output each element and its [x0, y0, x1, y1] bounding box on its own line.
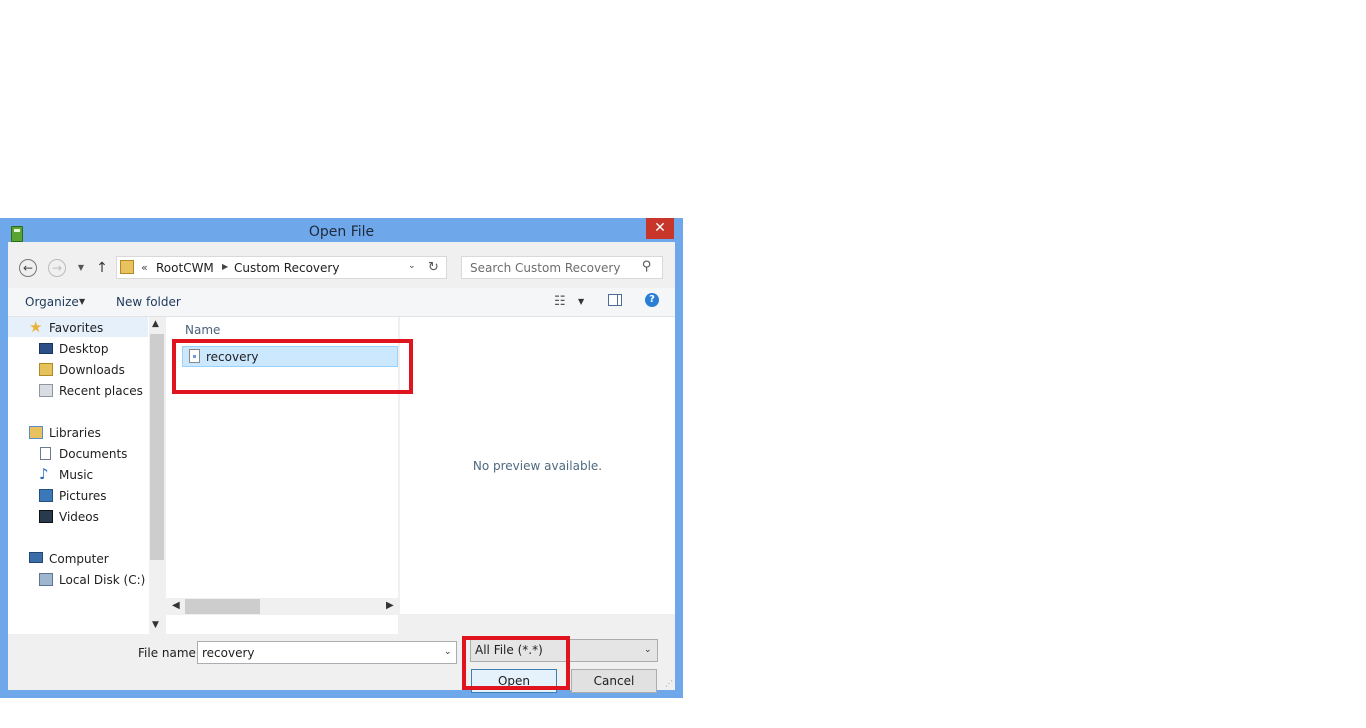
navigation-scrollbar[interactable]: ▲ ▼: [149, 317, 165, 634]
scrollbar-thumb[interactable]: [185, 599, 260, 614]
help-icon[interactable]: ?: [645, 293, 659, 307]
open-file-dialog: Open File ✕ ← → ▼ ↑ « RootCWM ▶ Custom R…: [0, 218, 683, 698]
pictures-icon: [39, 489, 53, 502]
downloads-icon: [39, 363, 53, 376]
no-preview-message: No preview available.: [472, 459, 603, 473]
view-options-dropdown-icon[interactable]: ▼: [578, 297, 584, 306]
highlight-box-file: [172, 339, 413, 394]
address-dropdown-icon[interactable]: ⌄: [408, 261, 416, 271]
scroll-right-icon[interactable]: ▶: [386, 600, 394, 611]
file-name-label: File name:: [138, 646, 200, 660]
hidden-path-chevron[interactable]: «: [141, 261, 148, 274]
close-button[interactable]: ✕: [646, 218, 674, 239]
resize-grip-icon[interactable]: ⋰: [665, 679, 673, 688]
chevron-down-icon[interactable]: ⌄: [644, 645, 652, 655]
horizontal-scrollbar[interactable]: ◀ ▶: [166, 598, 398, 615]
file-name-input[interactable]: recovery: [202, 646, 255, 660]
nav-item-label: Recent places: [59, 384, 143, 398]
chevron-down-icon[interactable]: ⌄: [444, 647, 452, 657]
scroll-up-icon[interactable]: ▲: [152, 319, 159, 329]
up-folder-icon[interactable]: ↑: [95, 258, 109, 278]
search-box[interactable]: Search Custom Recovery ⚲: [461, 256, 663, 279]
recent-locations-dropdown-icon[interactable]: ▼: [75, 259, 87, 277]
organize-button[interactable]: Organize: [25, 295, 79, 309]
folder-icon: [120, 260, 134, 274]
search-icon: ⚲: [642, 259, 652, 274]
nav-item-label: Downloads: [59, 363, 125, 377]
libraries-icon: [29, 426, 43, 439]
file-name-combobox[interactable]: recovery ⌄: [197, 641, 457, 664]
command-bar: Organize ▼ New folder ☷ ▼ ?: [8, 288, 675, 317]
cancel-button[interactable]: Cancel: [571, 669, 657, 693]
nav-item-label: Pictures: [59, 489, 107, 503]
back-icon[interactable]: ←: [19, 259, 37, 277]
star-icon: ★: [29, 318, 43, 336]
scrollbar-thumb[interactable]: [150, 334, 164, 560]
search-input[interactable]: Search Custom Recovery: [470, 261, 620, 275]
breadcrumb-item[interactable]: RootCWM: [156, 261, 214, 275]
address-bar[interactable]: « RootCWM ▶ Custom Recovery ⌄ ↻: [116, 256, 447, 279]
nav-item-label: Libraries: [49, 426, 101, 440]
highlight-box-open-button: [462, 636, 570, 690]
sort-ascending-icon: ˄: [304, 317, 309, 325]
nav-item-label: Favorites: [49, 321, 104, 335]
videos-icon: [39, 510, 53, 523]
nav-item-label: Computer: [49, 552, 109, 566]
nav-item-label: Documents: [59, 447, 128, 461]
new-folder-button[interactable]: New folder: [116, 295, 181, 309]
breadcrumb-item[interactable]: Custom Recovery: [234, 261, 339, 275]
window-title: Open File: [308, 224, 375, 240]
navigation-pane: ★ Favorites Desktop Downloads Recent pla…: [8, 317, 165, 634]
refresh-icon[interactable]: ↻: [428, 260, 439, 275]
scroll-down-icon[interactable]: ▼: [152, 620, 159, 630]
column-header-name[interactable]: Name: [185, 323, 220, 337]
forward-icon[interactable]: →: [48, 259, 66, 277]
scroll-left-icon[interactable]: ◀: [172, 600, 180, 611]
change-view-icon[interactable]: ☷: [554, 294, 566, 309]
nav-item-label: Desktop: [59, 342, 109, 356]
preview-pane-icon[interactable]: [608, 294, 622, 306]
music-icon: ♪: [39, 465, 49, 483]
documents-icon: [40, 447, 51, 460]
preview-pane: No preview available.: [400, 317, 675, 614]
breadcrumb-separator-icon[interactable]: ▶: [222, 262, 228, 271]
nav-item-label: Music: [59, 468, 94, 482]
desktop-icon: [39, 343, 53, 354]
nav-item-label: Local Disk (C:): [59, 573, 146, 587]
nav-item-label: Videos: [59, 510, 99, 524]
chevron-down-icon[interactable]: ▼: [79, 297, 85, 306]
local-disk-icon: [39, 573, 53, 586]
dialog-client: ← → ▼ ↑ « RootCWM ▶ Custom Recovery ⌄ ↻ …: [8, 242, 675, 693]
recent-places-icon: [39, 384, 53, 397]
computer-icon: [29, 552, 43, 563]
